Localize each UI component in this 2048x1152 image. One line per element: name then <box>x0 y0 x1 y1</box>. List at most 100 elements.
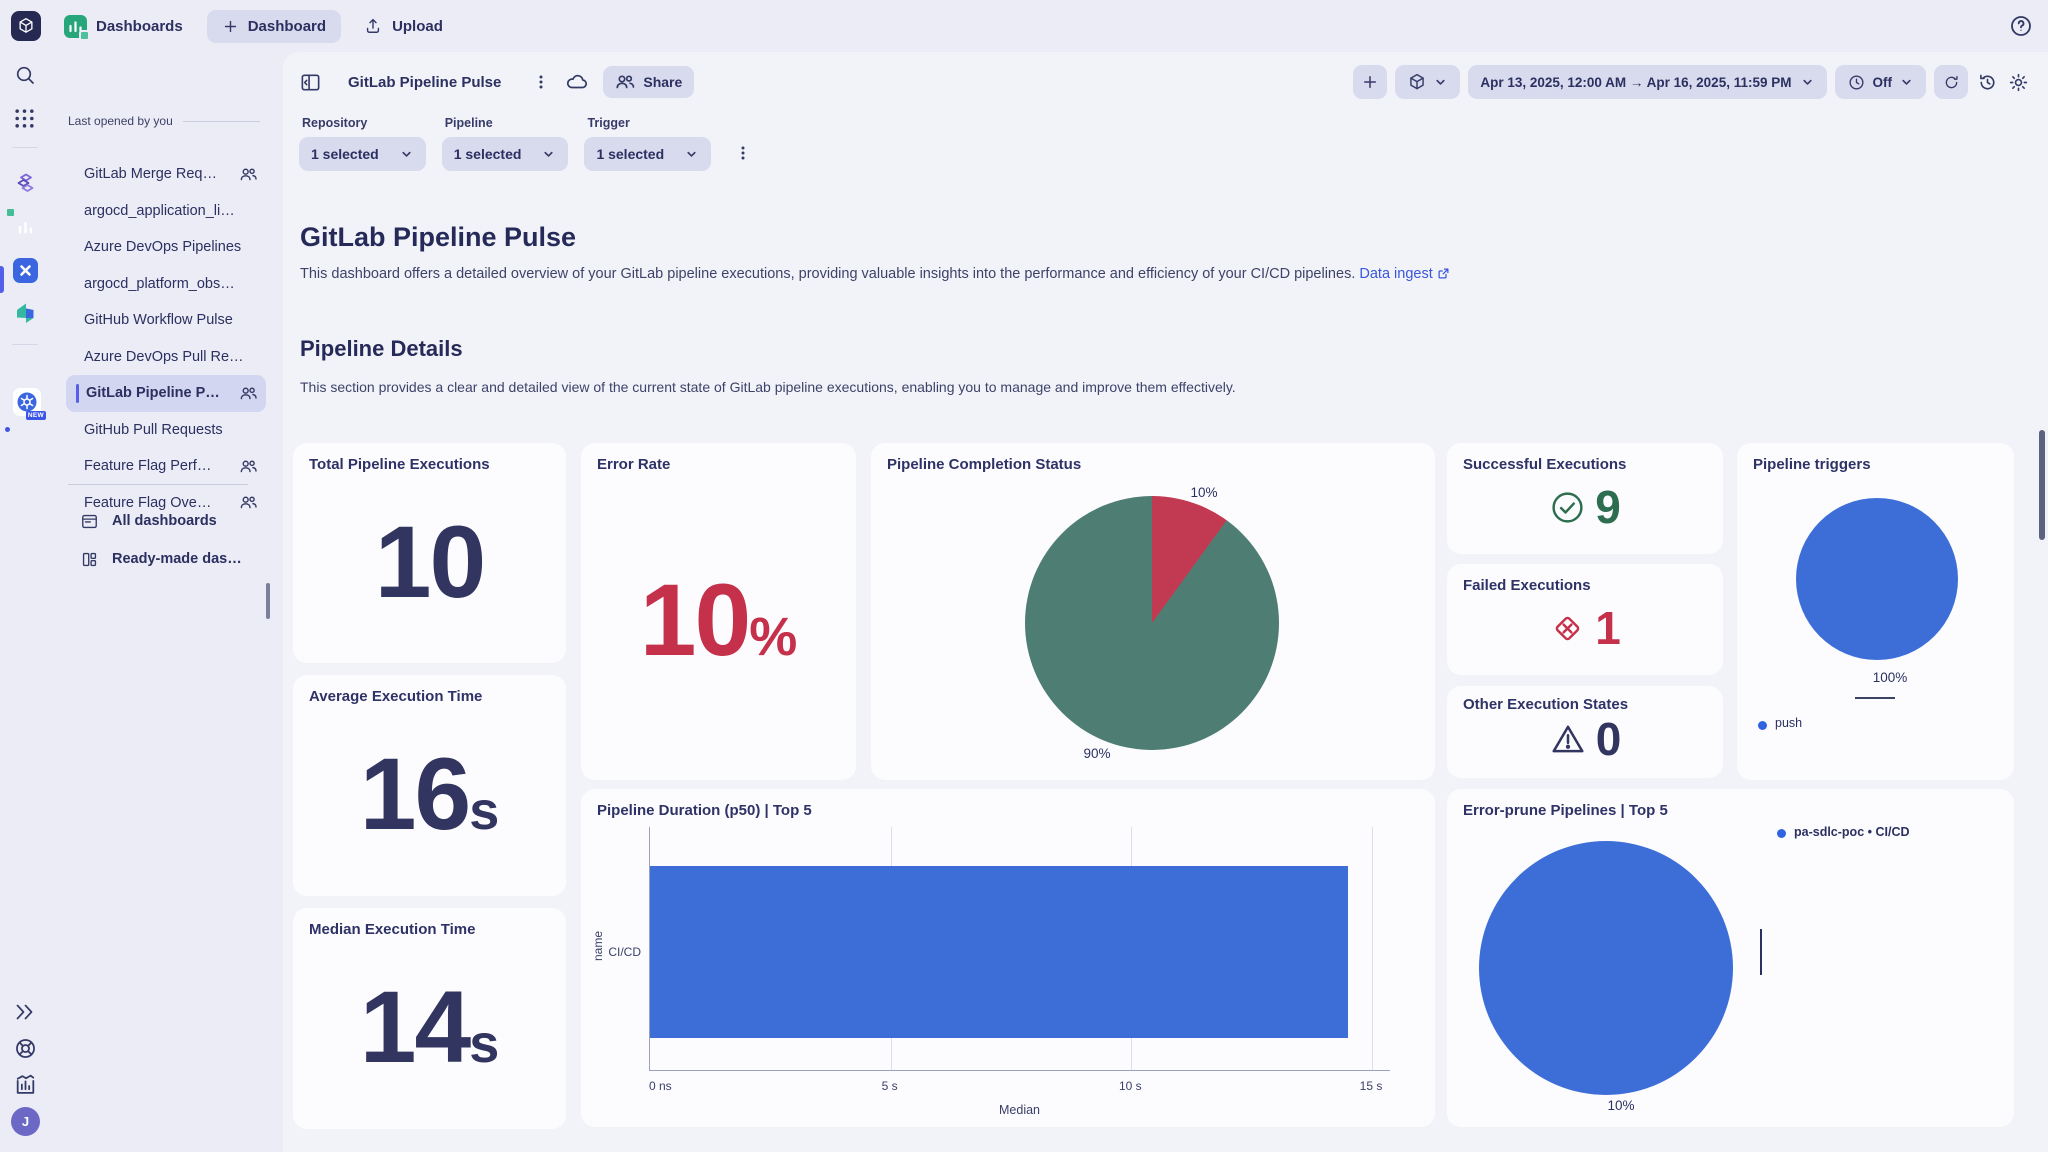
duration-bar[interactable] <box>650 866 1348 1038</box>
dashboard-title: GitLab Pipeline Pulse <box>348 74 501 91</box>
section-title: Pipeline Details <box>300 336 463 362</box>
add-widget-button[interactable] <box>1353 65 1387 99</box>
workflows-icon[interactable] <box>13 258 38 283</box>
upload-button[interactable]: Upload <box>363 16 443 36</box>
sidebar-item[interactable]: Azure DevOps Pull Re… <box>66 339 266 376</box>
user-avatar[interactable]: J <box>11 1107 40 1136</box>
card-title: Error Rate <box>597 456 840 473</box>
refresh-button[interactable] <box>1934 65 1968 99</box>
legend-label[interactable]: push <box>1775 716 1802 730</box>
expand-sidebar-icon[interactable] <box>13 1000 37 1024</box>
dashboard-header: GitLab Pipeline Pulse Share <box>299 65 694 99</box>
kpi-unit: s <box>469 1014 499 1074</box>
sidebar-item-label: Azure DevOps Pipelines <box>84 239 241 255</box>
date-range-picker[interactable]: Apr 13, 2025, 12:00 AM → Apr 16, 2025, 1… <box>1468 65 1826 99</box>
card-title: Error-prune Pipelines | Top 5 <box>1463 802 1998 819</box>
kpi-unit: s <box>469 781 499 841</box>
new-dashboard-button[interactable]: Dashboard <box>207 10 341 43</box>
history-icon <box>1976 71 1999 94</box>
help-button[interactable] <box>2008 13 2034 39</box>
shared-users-icon <box>239 386 258 401</box>
collapse-sidebar-button[interactable] <box>299 71 322 94</box>
completion-pie[interactable] <box>1025 496 1279 750</box>
analytics-icon[interactable] <box>13 1072 38 1097</box>
filter-label: Pipeline <box>445 116 569 130</box>
triggers-pie[interactable] <box>1796 498 1958 660</box>
port-logo[interactable] <box>11 11 41 41</box>
pie-slice-label: 10% <box>1190 485 1217 500</box>
sidebar-item-all-dashboards[interactable]: All dashboards <box>80 502 242 540</box>
errorprone-pie[interactable] <box>1479 841 1733 1095</box>
dashboard-menu-button[interactable] <box>531 72 551 92</box>
legend-dot <box>1758 721 1767 730</box>
x-diamond-icon <box>1549 610 1586 647</box>
pie-value-label: 10% <box>1607 1098 1634 1113</box>
kpi-value: 1 <box>1595 605 1621 651</box>
warning-triangle-icon <box>1549 720 1587 758</box>
sidebar-item[interactable]: GitHub Workflow Pulse <box>66 302 266 339</box>
gear-icon <box>2007 71 2030 94</box>
sidebar-item-ready-made[interactable]: Ready-made das… <box>80 540 242 578</box>
legend-label[interactable]: pa-sdlc-poc • CI/CD <box>1794 825 1910 839</box>
card-title: Pipeline triggers <box>1753 456 1998 473</box>
sidebar-item[interactable]: Feature Flag Perf… <box>66 448 266 485</box>
view-selector-button[interactable] <box>1395 65 1460 99</box>
sidebar-item-label: GitHub Pull Requests <box>84 422 223 438</box>
card-title: Failed Executions <box>1463 577 1707 594</box>
legend-dash <box>1855 697 1895 699</box>
filters-menu-button[interactable] <box>733 143 753 163</box>
sidebar-item-label: GitLab Merge Req… <box>84 166 217 182</box>
sidebar-item[interactable]: argocd_application_li… <box>66 193 266 230</box>
data-ingest-link[interactable]: Data ingest <box>1359 266 1432 282</box>
rail-divider <box>12 147 38 148</box>
x-tick-label: 15 s <box>1360 1079 1383 1093</box>
page-scrollbar[interactable] <box>2039 430 2045 540</box>
filter-value: 1 selected <box>454 146 522 162</box>
search-icon[interactable] <box>13 63 37 87</box>
help-icon <box>2008 13 2034 39</box>
support-icon[interactable] <box>13 1036 38 1061</box>
sidebar-scrollbar[interactable] <box>266 583 270 619</box>
sidebar-item[interactable]: argocd_platform_obs… <box>66 266 266 303</box>
x-tick-label: 10 s <box>1119 1079 1142 1093</box>
version-history-button[interactable] <box>1976 71 1999 94</box>
filter-group: Trigger 1 selected <box>584 116 711 171</box>
pie-value-label: 100% <box>1873 670 1908 685</box>
settings-button[interactable] <box>2007 71 2030 94</box>
collapse-panel-icon <box>299 71 322 94</box>
catalog-icon[interactable] <box>13 171 38 196</box>
sidebar-item[interactable]: Azure DevOps Pipelines <box>66 229 266 266</box>
auto-refresh-selector[interactable]: Off <box>1835 65 1927 99</box>
cube-icon <box>1407 72 1427 92</box>
chart-card-pipeline-triggers: Pipeline triggers 100% push <box>1737 443 2014 780</box>
sidebar-divider <box>68 484 248 485</box>
card-title: Pipeline Duration (p50) | Top 5 <box>597 802 1419 819</box>
filter-bar: Repository1 selectedPipeline1 selectedTr… <box>299 116 753 171</box>
filter-label: Trigger <box>587 116 711 130</box>
shared-users-icon <box>239 495 258 510</box>
sidebar-item[interactable]: GitHub Pull Requests <box>66 412 266 449</box>
filter-dropdown[interactable]: 1 selected <box>299 137 426 171</box>
card-title: Median Execution Time <box>309 921 550 938</box>
check-circle-icon <box>1549 489 1586 526</box>
filter-dropdown[interactable]: 1 selected <box>584 137 711 171</box>
auto-refresh-value: Off <box>1873 75 1893 90</box>
azure-devops-icon[interactable] <box>13 301 38 331</box>
sidebar-item-label: Ready-made das… <box>112 551 242 567</box>
sidebar-item[interactable]: GitLab Merge Req… <box>66 156 266 193</box>
filter-label: Repository <box>302 116 426 130</box>
sidebar-item[interactable]: GitLab Pipeline P… <box>66 375 266 412</box>
kebab-icon <box>531 72 551 92</box>
main-panel: GitLab Pipeline Pulse Share Apr 13, 2025… <box>283 52 2048 1152</box>
date-range-value: Apr 13, 2025, 12:00 AM → Apr 16, 2025, 1… <box>1480 75 1791 90</box>
filter-dropdown[interactable]: 1 selected <box>442 137 569 171</box>
nav-dashboards[interactable]: Dashboards <box>64 15 183 38</box>
apps-grid-icon[interactable] <box>13 107 36 130</box>
share-users-icon <box>615 74 635 90</box>
sidebar-item-label: Feature Flag Perf… <box>84 458 211 474</box>
sync-status-button[interactable] <box>565 70 589 94</box>
share-button[interactable]: Share <box>603 66 694 98</box>
kpi-card-error-rate: Error Rate 10% <box>581 443 856 780</box>
card-title: Successful Executions <box>1463 456 1707 473</box>
kubernetes-icon[interactable]: NEW <box>13 388 41 416</box>
